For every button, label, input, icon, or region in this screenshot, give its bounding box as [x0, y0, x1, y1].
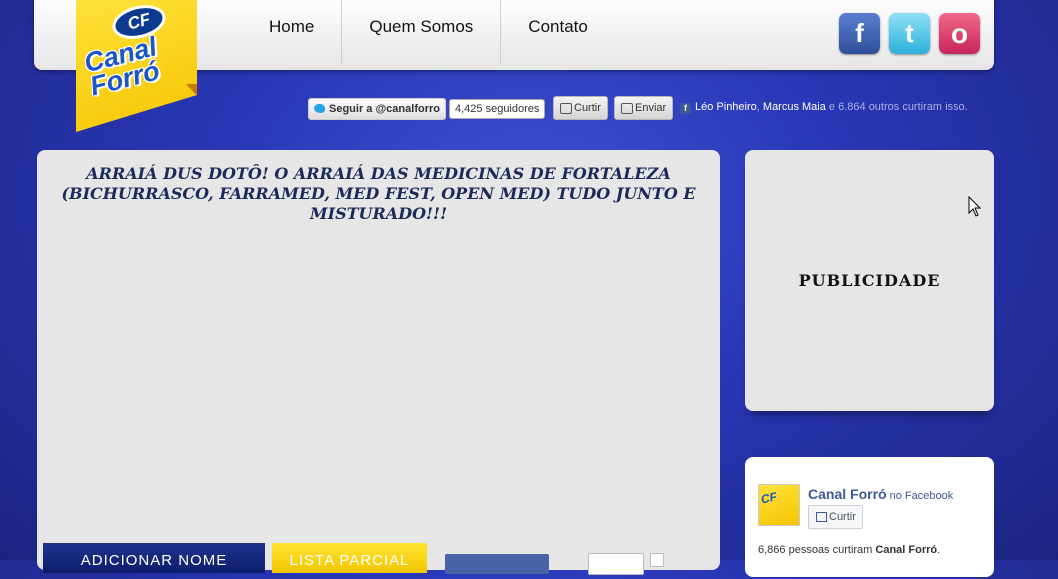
- share-count-box: [588, 553, 644, 575]
- fb-like-count: 6,866 pessoas curtiram Canal Forró.: [758, 544, 940, 556]
- fb-send-button[interactable]: Enviar: [614, 96, 674, 120]
- friend-link-1[interactable]: Léo Pinheiro: [695, 101, 757, 113]
- fb-page-suffix: no Facebook: [886, 490, 954, 502]
- twitter-follow-button[interactable]: Seguir a @canalforro: [308, 98, 446, 120]
- fb-count-text: 6,866 pessoas curtiram: [758, 544, 876, 556]
- partial-list-button[interactable]: LISTA PARCIAL: [272, 543, 427, 573]
- fb-box-like-label: Curtir: [829, 511, 856, 523]
- fb-page-link[interactable]: Canal Forró: [808, 486, 887, 502]
- advertising-box: PUBLICIDADE: [745, 150, 994, 411]
- fb-like-box: CF Canal Forró no Facebook Curtir 6,866 …: [745, 457, 994, 577]
- speech-bubble-icon: [621, 103, 633, 114]
- fb-like-button[interactable]: Curtir: [553, 96, 608, 120]
- mouse-cursor-icon: [968, 196, 982, 217]
- avatar-text: CF: [759, 489, 779, 507]
- facebook-link[interactable]: f: [839, 13, 880, 54]
- twitter-follower-count: 4,425 seguidores: [449, 99, 546, 119]
- fb-count-name: Canal Forró: [875, 544, 938, 556]
- fb-page-name: Canal Forró no Facebook: [808, 486, 953, 502]
- others-text: e 6.864 outros curtiram isso.: [825, 101, 968, 113]
- share-mini-box: [650, 553, 664, 567]
- facebook-icon: f: [855, 18, 864, 48]
- fb-page-avatar[interactable]: CF: [758, 484, 800, 526]
- fb-share-button[interactable]: [445, 554, 549, 574]
- friend-link-2[interactable]: Marcus Maia: [763, 101, 826, 113]
- add-name-button[interactable]: ADICIONAR NOME: [43, 543, 265, 573]
- ad-label: PUBLICIDADE: [798, 271, 941, 290]
- nav-home[interactable]: Home: [242, 0, 343, 64]
- facebook-small-icon: f: [680, 103, 691, 114]
- post-panel: ARRAIÁ DUS DOTÔ! O ARRAIÁ DAS MEDICINAS …: [37, 150, 720, 575]
- thumbs-up-icon: [560, 103, 572, 114]
- nav-contato[interactable]: Contato: [501, 0, 615, 64]
- nav-quem-somos[interactable]: Quem Somos: [342, 0, 502, 64]
- fb-box-like-button[interactable]: Curtir: [808, 505, 863, 529]
- twitter-icon: t: [905, 18, 914, 48]
- fb-count-end: .: [937, 544, 941, 556]
- fb-send-label: Enviar: [635, 102, 667, 114]
- post-title: ARRAIÁ DUS DOTÔ! O ARRAIÁ DAS MEDICINAS …: [61, 164, 696, 223]
- instagram-icon: o: [950, 18, 969, 49]
- main-nav: Home Quem Somos Contato: [242, 0, 615, 64]
- thumbs-up-icon: [816, 512, 827, 522]
- fb-social-context: f Léo Pinheiro, Marcus Maia e 6.864 outro…: [680, 101, 968, 114]
- instagram-link[interactable]: o: [939, 13, 980, 54]
- fb-like-label: Curtir: [574, 102, 601, 114]
- twitter-link[interactable]: t: [889, 13, 930, 54]
